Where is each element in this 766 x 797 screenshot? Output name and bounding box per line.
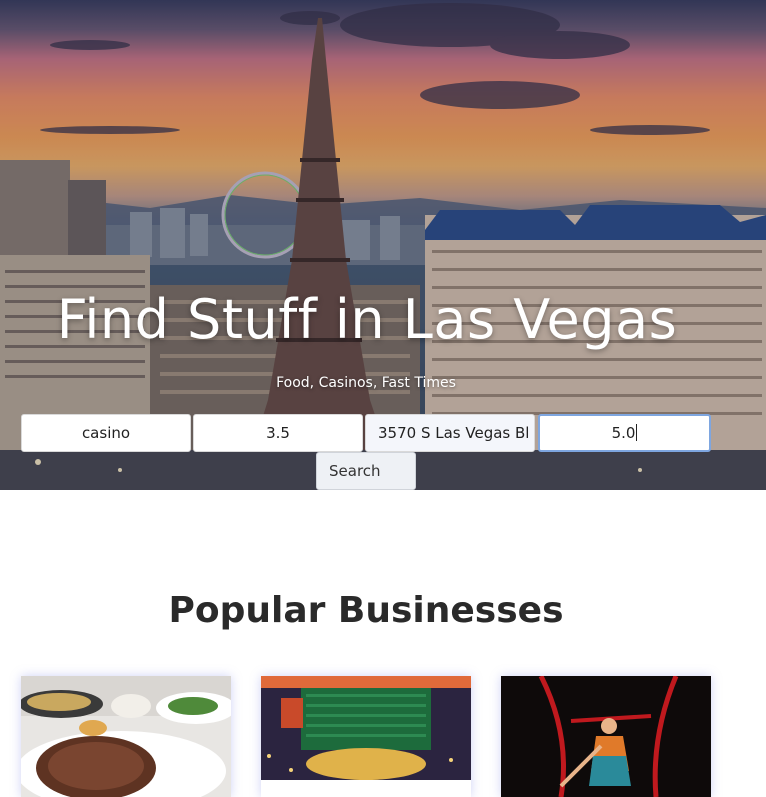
address-input[interactable]: 3570 S Las Vegas Bl: [365, 414, 535, 452]
text-caret: [636, 424, 638, 441]
business-card-1[interactable]: [21, 676, 231, 797]
acrobat-performer-photo: [501, 676, 711, 797]
search-form: casino 3.5 3570 S Las Vegas Bl 5.0: [21, 414, 711, 452]
search-term-value: casino: [81, 424, 131, 442]
hero-subtitle: Food, Casinos, Fast Times: [276, 375, 456, 391]
rating-input[interactable]: 3.5: [193, 414, 363, 452]
search-term-input[interactable]: casino: [21, 414, 191, 452]
radius-value: 5.0: [611, 424, 636, 442]
search-button[interactable]: Search: [316, 452, 416, 490]
hero-banner: Find Stuff in Las Vegas Food, Casinos, F…: [0, 0, 766, 490]
business-card-2[interactable]: [261, 676, 471, 797]
hero-title: Find Stuff in Las Vegas: [56, 288, 678, 351]
mgm-grand-photo: [261, 676, 471, 797]
business-card-3[interactable]: [501, 676, 711, 797]
rating-value: 3.5: [266, 424, 290, 442]
address-value: 3570 S Las Vegas Bl: [378, 424, 530, 442]
radius-input[interactable]: 5.0: [538, 414, 711, 452]
steak-dinner-photo: [21, 676, 231, 797]
popular-businesses-heading: Popular Businesses: [168, 590, 564, 631]
